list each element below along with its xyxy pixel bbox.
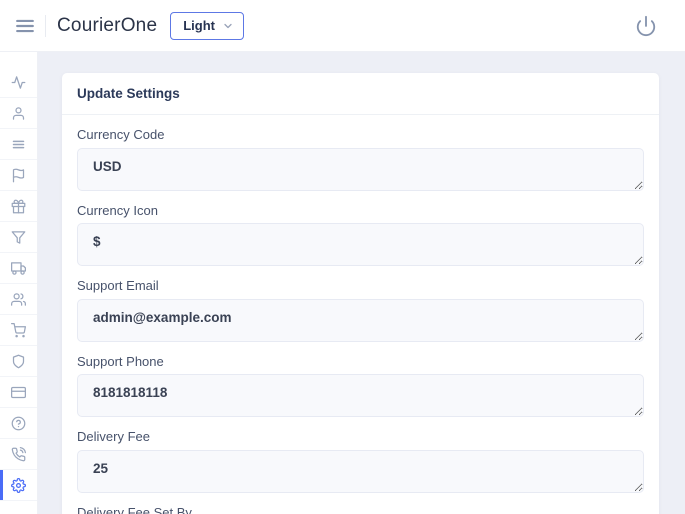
- sidebar-item-user[interactable]: [0, 98, 37, 129]
- logout-button[interactable]: [635, 15, 657, 37]
- form-group-currency-code: Currency Code USD: [77, 127, 644, 191]
- settings-form: Currency Code USD Currency Icon $ Suppor…: [62, 115, 659, 514]
- header-divider: [45, 15, 46, 37]
- currency-code-input[interactable]: USD: [77, 148, 644, 191]
- app-root: CourierOne Light: [0, 0, 685, 514]
- menu-toggle-button[interactable]: [14, 15, 36, 37]
- settings-gear-icon: [11, 478, 26, 493]
- sidebar-item-credit-card[interactable]: [0, 377, 37, 408]
- currency-code-label: Currency Code: [77, 127, 644, 143]
- sidebar-item-gift[interactable]: [0, 191, 37, 222]
- delivery-fee-label: Delivery Fee: [77, 429, 644, 445]
- sidebar-item-list[interactable]: [0, 129, 37, 160]
- currency-icon-label: Currency Icon: [77, 203, 644, 219]
- card-title: Update Settings: [77, 86, 644, 101]
- main-content: Update Settings Currency Code USD Curren…: [38, 52, 685, 514]
- sidebar-item-filter[interactable]: [0, 222, 37, 253]
- sidebar-item-settings[interactable]: [0, 470, 37, 501]
- gift-icon: [11, 199, 26, 214]
- form-group-delivery-fee: Delivery Fee 25: [77, 429, 644, 493]
- flag-icon: [11, 168, 26, 183]
- sidebar-item-help[interactable]: [0, 408, 37, 439]
- form-group-support-phone: Support Phone 8181818118: [77, 354, 644, 418]
- sidebar-item-activity[interactable]: [0, 67, 37, 98]
- user-icon: [11, 106, 26, 121]
- chevron-down-icon: [222, 20, 234, 32]
- cart-icon: [11, 323, 26, 338]
- form-group-currency-icon: Currency Icon $: [77, 203, 644, 267]
- truck-icon: [11, 261, 26, 276]
- theme-selector-label: Light: [183, 18, 215, 33]
- sidebar-item-flag[interactable]: [0, 160, 37, 191]
- activity-icon: [11, 75, 26, 90]
- sidebar-item-phone[interactable]: [0, 439, 37, 470]
- support-phone-label: Support Phone: [77, 354, 644, 370]
- delivery-fee-set-by-label: Delivery Fee Set By: [77, 505, 644, 514]
- app-title: CourierOne: [57, 15, 157, 37]
- power-icon: [635, 15, 657, 37]
- list-icon: [11, 137, 26, 152]
- sidebar-item-shield[interactable]: [0, 346, 37, 377]
- sidebar-item-users[interactable]: [0, 284, 37, 315]
- form-group-support-email: Support Email admin@example.com: [77, 278, 644, 342]
- help-circle-icon: [11, 416, 26, 431]
- settings-card: Update Settings Currency Code USD Curren…: [62, 73, 659, 514]
- hamburger-icon: [14, 15, 36, 37]
- header: CourierOne Light: [0, 0, 685, 52]
- delivery-fee-input[interactable]: 25: [77, 450, 644, 493]
- form-group-delivery-fee-set-by: Delivery Fee Set By: [77, 505, 644, 514]
- card-header: Update Settings: [62, 73, 659, 115]
- users-icon: [11, 292, 26, 307]
- phone-call-icon: [11, 447, 26, 462]
- theme-selector[interactable]: Light: [170, 12, 244, 40]
- credit-card-icon: [11, 385, 26, 400]
- currency-icon-input[interactable]: $: [77, 223, 644, 266]
- sidebar-item-cart[interactable]: [0, 315, 37, 346]
- support-phone-input[interactable]: 8181818118: [77, 374, 644, 417]
- sidebar-item-truck[interactable]: [0, 253, 37, 284]
- sidebar: [0, 52, 38, 514]
- filter-icon: [11, 230, 26, 245]
- support-email-input[interactable]: admin@example.com: [77, 299, 644, 342]
- support-email-label: Support Email: [77, 278, 644, 294]
- shield-icon: [11, 354, 26, 369]
